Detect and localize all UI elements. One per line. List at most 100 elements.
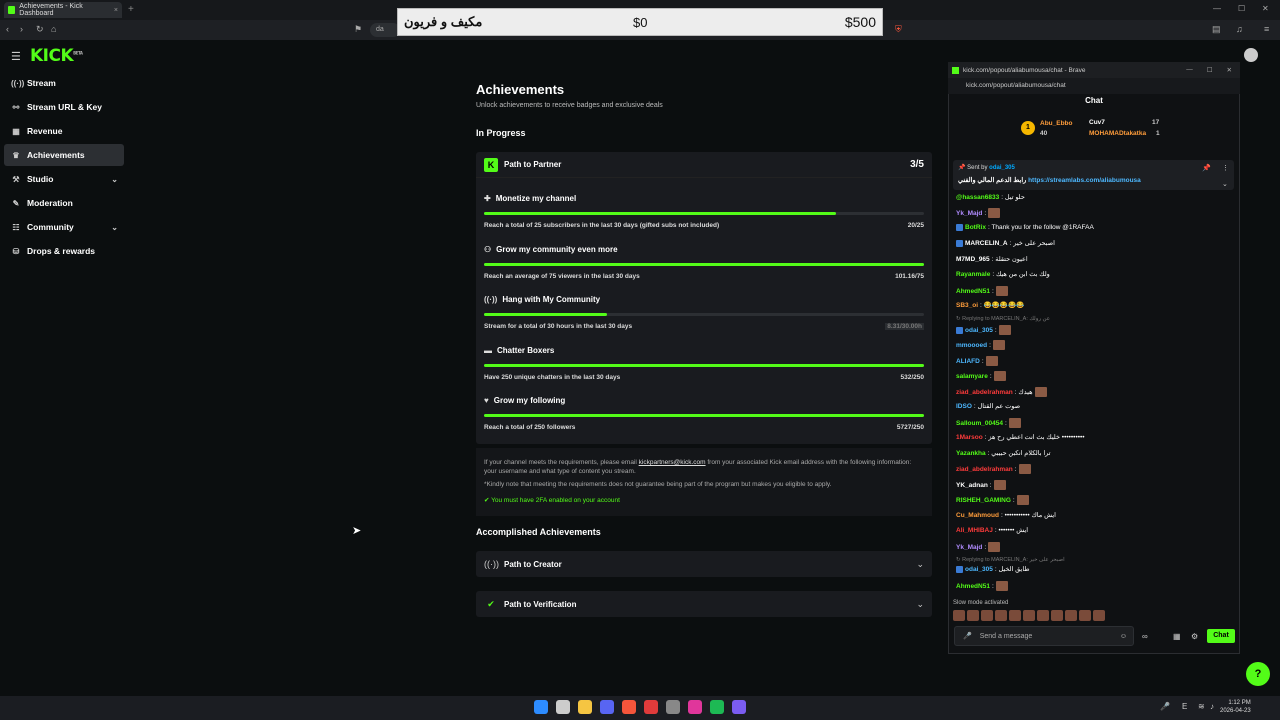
start-icon[interactable] [534, 700, 548, 714]
chat-username[interactable]: Rayanmale [956, 271, 990, 278]
path-to-verification-row[interactable]: ✔ Path to Verification ⌄ [476, 591, 932, 617]
chat-username[interactable]: BotRix [965, 224, 986, 231]
forward-icon[interactable]: › [20, 24, 23, 34]
chat-username[interactable]: Cu_Mahmoud [956, 512, 999, 519]
emote-icon[interactable] [1023, 610, 1035, 621]
system-clock[interactable]: 1:12 PM 2026-04-23 [1220, 699, 1251, 715]
new-tab-button[interactable]: + [128, 4, 134, 15]
bookmark-icon[interactable]: ⚑ [354, 24, 362, 35]
chevron-down-icon[interactable]: ⌄ [111, 175, 118, 184]
language-indicator[interactable]: E [1182, 702, 1187, 711]
chevron-down-icon[interactable]: ⌄ [1222, 180, 1228, 188]
browser-menu-icon[interactable]: ≡ [1264, 24, 1269, 34]
chat-send-button[interactable]: Chat [1207, 629, 1235, 643]
emote-icon[interactable] [1009, 610, 1021, 621]
chat-username[interactable]: mmoooed [956, 342, 987, 349]
gifter-name[interactable]: MOHAMADtakatka [1089, 130, 1146, 137]
calendar-icon[interactable]: ▦ [1173, 632, 1181, 641]
chat-username[interactable]: MARCELIN_A [965, 240, 1008, 247]
emote-icon[interactable] [981, 610, 993, 621]
chat-address-bar[interactable]: kick.com/popout/aliabumousa/chat [948, 78, 1240, 94]
sidebar-item-stream-url-key[interactable]: ⚯ Stream URL & Key [4, 96, 124, 118]
sidebar-toggle-icon[interactable]: ▤ [1212, 24, 1221, 35]
address-bar[interactable]: da [370, 23, 400, 37]
brave-shield-icon[interactable]: ⛨ [895, 24, 902, 35]
chat-username[interactable]: salamyare [956, 373, 988, 380]
chat-username[interactable]: Yk_Majd [956, 544, 982, 551]
chat-username[interactable]: 1Marsoo [956, 434, 983, 441]
chat-username[interactable]: YK_adnan [956, 482, 988, 489]
emote-icon[interactable] [1051, 610, 1063, 621]
pinned-link[interactable]: https://streamlabs.com/aliabumousa [1028, 177, 1141, 184]
help-chat-button[interactable]: ? [1246, 662, 1270, 686]
chat-username[interactable]: odai_305 [965, 566, 993, 573]
avatar[interactable] [1244, 48, 1258, 62]
maximize-icon[interactable]: ☐ [1207, 66, 1213, 74]
chat-username[interactable]: M7MD_965 [956, 256, 990, 263]
volume-icon[interactable]: ♪ [1210, 702, 1214, 711]
search-icon[interactable] [556, 700, 570, 714]
chat-username[interactable]: ziad_abdelrahman [956, 389, 1013, 396]
reload-icon[interactable]: ↻ [36, 24, 44, 35]
wallet-icon[interactable]: ♫ [1236, 24, 1243, 34]
emote-icon[interactable] [1065, 610, 1077, 621]
app-icon[interactable] [644, 700, 658, 714]
emote-icon[interactable] [995, 610, 1007, 621]
spotify-icon[interactable] [710, 700, 724, 714]
hamburger-menu-icon[interactable]: ☰ [11, 50, 21, 63]
sidebar-item-moderation[interactable]: ✎ Moderation [4, 192, 124, 214]
discord-icon[interactable] [600, 700, 614, 714]
more-options-icon[interactable]: ⋮ [1222, 164, 1229, 172]
maximize-window-icon[interactable]: ☐ [1238, 4, 1245, 13]
sidebar-item-achievements[interactable]: ♛ Achievements [4, 144, 124, 166]
emote-icon[interactable] [1093, 610, 1105, 621]
chat-message-input[interactable]: 🎤 Send a message ☺ [954, 626, 1134, 646]
emote-icon[interactable] [953, 610, 965, 621]
gifter-name[interactable]: Abu_Ebbo [1040, 120, 1073, 127]
sidebar-item-revenue[interactable]: ▦ Revenue [4, 120, 124, 142]
wifi-icon[interactable]: ≋ [1198, 702, 1205, 711]
chat-username[interactable]: Yk_Majd [956, 210, 982, 217]
sidebar-item-stream[interactable]: ((·)) Stream [4, 72, 124, 94]
chat-username[interactable]: AhmedN51 [956, 288, 990, 295]
infinity-icon[interactable]: ∞ [1142, 632, 1148, 641]
chat-username[interactable]: IDSO [956, 403, 972, 410]
close-tab-icon[interactable]: × [114, 7, 118, 14]
app-icon[interactable] [688, 700, 702, 714]
emote-icon[interactable] [1037, 610, 1049, 621]
mic-icon[interactable]: 🎤 [963, 632, 972, 640]
chevron-down-icon[interactable]: ⌄ [916, 559, 924, 570]
emoji-icon[interactable]: ☺ [1120, 633, 1127, 640]
close-window-icon[interactable]: ✕ [1262, 4, 1269, 13]
chat-username[interactable]: ALIAFD [956, 358, 980, 365]
chat-username[interactable]: SB3_oi [956, 302, 978, 309]
sidebar-item-drops-rewards[interactable]: ⛁ Drops & rewards [4, 240, 124, 262]
chat-username[interactable]: ziad_abdelrahman [956, 466, 1013, 473]
partner-email-link[interactable]: kickpartners@kick.com [639, 459, 706, 466]
chat-username[interactable]: odai_305 [965, 327, 993, 334]
chevron-down-icon[interactable]: ⌄ [111, 223, 118, 232]
file-explorer-icon[interactable] [578, 700, 592, 714]
path-to-creator-row[interactable]: ((·)) Path to Creator ⌄ [476, 551, 932, 577]
emote-icon[interactable] [1079, 610, 1091, 621]
back-icon[interactable]: ‹ [6, 24, 9, 34]
emote-quickbar[interactable] [953, 610, 1105, 621]
gifter-name[interactable]: Cuv7 [1089, 119, 1105, 126]
chat-username[interactable]: @hassan6833 [956, 194, 999, 201]
app-icon[interactable] [732, 700, 746, 714]
sidebar-item-community[interactable]: ☷ Community ⌄ [4, 216, 124, 238]
chat-username[interactable]: Yazankha [956, 450, 986, 457]
chat-username[interactable]: AhmedN51 [956, 583, 990, 590]
chat-username[interactable]: Ali_MHIBAJ [956, 527, 993, 534]
mic-tray-icon[interactable]: 🎤 [1160, 702, 1170, 711]
minimize-window-icon[interactable]: — [1213, 4, 1221, 13]
minimize-icon[interactable]: — [1186, 66, 1193, 74]
chevron-down-icon[interactable]: ⌄ [916, 599, 924, 610]
chat-username[interactable]: RISHEH_GAMING [956, 497, 1011, 504]
close-icon[interactable]: ✕ [1227, 66, 1232, 74]
gear-icon[interactable]: ⚙ [1191, 632, 1198, 641]
emote-icon[interactable] [967, 610, 979, 621]
sidebar-item-studio[interactable]: ⚒ Studio ⌄ [4, 168, 124, 190]
kick-logo[interactable]: KICKBETA [30, 46, 83, 66]
obs-icon[interactable] [666, 700, 680, 714]
